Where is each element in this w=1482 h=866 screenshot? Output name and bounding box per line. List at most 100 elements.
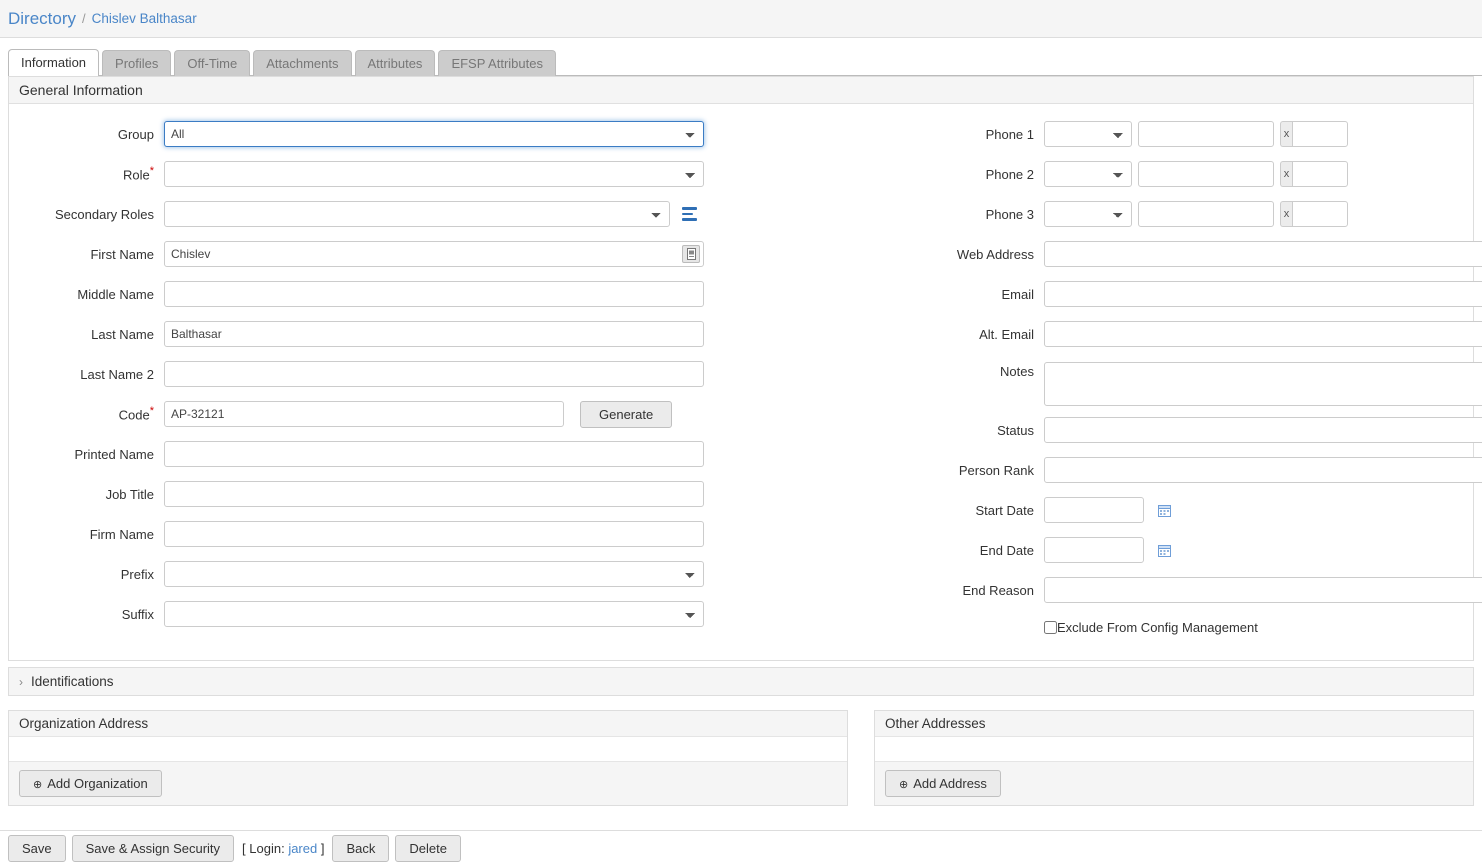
field-row-code: Code* Generate <box>9 394 889 434</box>
save-assign-security-button[interactable]: Save & Assign Security <box>71 835 235 862</box>
field-row-suffix: Suffix <box>9 594 889 634</box>
organization-address-footer: ⊕ Add Organization <box>9 761 847 805</box>
tab-attachments[interactable]: Attachments <box>253 50 352 76</box>
tab-bar: Information Profiles Off-Time Attachment… <box>8 48 1482 76</box>
firm-name-input[interactable] <box>164 521 704 547</box>
label-role-text: Role <box>122 167 150 183</box>
plus-icon: ⊕ <box>899 779 909 791</box>
add-organization-button[interactable]: ⊕ Add Organization <box>19 770 162 797</box>
field-row-phone-1: Phone 1 x <box>889 114 1482 154</box>
tab-attributes[interactable]: Attributes <box>354 50 436 76</box>
login-prefix: [ Login: <box>242 841 289 856</box>
label-end-date: End Date <box>979 542 1034 558</box>
job-title-input[interactable] <box>164 481 704 507</box>
suffix-select[interactable] <box>164 601 704 627</box>
label-end-reason: End Reason <box>962 582 1034 598</box>
contact-card-icon[interactable] <box>682 245 700 263</box>
page-root: Directory / Chislev Balthasar Informatio… <box>0 0 1482 866</box>
field-row-role: Role* <box>9 154 889 194</box>
phone-1-ext-input[interactable] <box>1292 121 1348 147</box>
identifications-section-toggle[interactable]: › Identifications <box>8 667 1474 696</box>
label-secondary-roles: Secondary Roles <box>55 206 154 222</box>
person-rank-input[interactable] <box>1044 457 1482 483</box>
secondary-roles-select[interactable] <box>164 201 670 227</box>
label-prefix: Prefix <box>120 566 154 582</box>
phone-2-ext-input[interactable] <box>1292 161 1348 187</box>
phone-1-type-select[interactable] <box>1044 121 1132 147</box>
field-row-printed-name: Printed Name <box>9 434 889 474</box>
calendar-glyph <box>1158 504 1171 517</box>
email-input[interactable] <box>1044 281 1482 307</box>
label-status: Status <box>997 422 1034 438</box>
label-phone-2: Phone 2 <box>985 166 1034 182</box>
list-dropdown-icon[interactable] <box>682 205 702 223</box>
breadcrumb-link-directory[interactable]: Directory <box>8 9 76 29</box>
add-address-button[interactable]: ⊕ Add Address <box>885 770 1001 797</box>
field-row-exclude-config: Exclude From Config Management <box>889 610 1482 644</box>
calendar-glyph <box>1158 544 1171 557</box>
organization-address-title: Organization Address <box>9 711 847 737</box>
delete-button[interactable]: Delete <box>395 835 461 862</box>
calendar-icon[interactable] <box>1158 504 1171 517</box>
last-name-2-input[interactable] <box>164 361 704 387</box>
phone-3-ext-separator: x <box>1280 201 1292 227</box>
phone-2-type-select[interactable] <box>1044 161 1132 187</box>
back-button[interactable]: Back <box>332 835 390 862</box>
login-user-link[interactable]: jared <box>288 841 317 856</box>
phone-2-ext-separator: x <box>1280 161 1292 187</box>
login-indicator: [ Login: jared ] <box>242 841 324 856</box>
label-suffix: Suffix <box>121 606 154 622</box>
role-select[interactable] <box>164 161 704 187</box>
breadcrumb: Directory / Chislev Balthasar <box>0 0 1482 38</box>
notes-textarea[interactable] <box>1044 362 1482 406</box>
web-address-input[interactable] <box>1044 241 1482 267</box>
field-row-start-date: Start Date <box>889 490 1482 530</box>
first-name-input[interactable] <box>164 241 704 267</box>
prefix-select[interactable] <box>164 561 704 587</box>
exclude-config-checkbox[interactable] <box>1044 620 1057 634</box>
label-group: Group <box>117 126 154 142</box>
middle-name-input[interactable] <box>164 281 704 307</box>
panel-body: Group All Role* Secondary Roles First Na… <box>9 104 1482 660</box>
label-notes: Notes <box>1000 364 1034 379</box>
tab-information[interactable]: Information <box>8 49 100 76</box>
tab-profiles[interactable]: Profiles <box>102 50 172 76</box>
generate-button[interactable]: Generate <box>580 400 673 428</box>
save-button[interactable]: Save <box>8 835 66 862</box>
organization-address-list <box>9 737 847 761</box>
label-phone-3: Phone 3 <box>985 206 1034 222</box>
tab-efsp-attributes[interactable]: EFSP Attributes <box>438 50 556 76</box>
label-first-name: First Name <box>90 246 154 262</box>
phone-1-ext-separator: x <box>1280 121 1292 147</box>
label-phone-1: Phone 1 <box>985 126 1034 142</box>
field-row-last-name-2: Last Name 2 <box>9 354 889 394</box>
group-select[interactable]: All <box>164 121 704 147</box>
phone-3-number-input[interactable] <box>1138 201 1274 227</box>
field-row-last-name: Last Name <box>9 314 889 354</box>
label-web-address: Web Address <box>956 246 1034 262</box>
phone-3-ext-input[interactable] <box>1292 201 1348 227</box>
end-date-input[interactable] <box>1044 537 1144 563</box>
status-input[interactable] <box>1044 417 1482 443</box>
phone-2-number-input[interactable] <box>1138 161 1274 187</box>
phone-1-number-input[interactable] <box>1138 121 1274 147</box>
tab-off-time[interactable]: Off-Time <box>174 50 251 76</box>
alt-email-input[interactable] <box>1044 321 1482 347</box>
footer-action-bar: Save Save & Assign Security [ Login: jar… <box>0 830 1482 866</box>
field-row-end-reason: End Reason <box>889 570 1482 610</box>
phone-3-type-select[interactable] <box>1044 201 1132 227</box>
start-date-input[interactable] <box>1044 497 1144 523</box>
required-marker-role: * <box>149 165 154 178</box>
code-input[interactable] <box>164 401 564 427</box>
printed-name-input[interactable] <box>164 441 704 467</box>
field-row-first-name: First Name <box>9 234 889 274</box>
calendar-icon[interactable] <box>1158 544 1171 557</box>
general-information-panel: General Information Group All Role* Seco… <box>8 76 1482 661</box>
field-row-group: Group All <box>9 114 889 154</box>
panel-title: General Information <box>9 77 1473 104</box>
end-reason-input[interactable] <box>1044 577 1482 603</box>
last-name-input[interactable] <box>164 321 704 347</box>
label-alt-email: Alt. Email <box>979 326 1034 342</box>
breadcrumb-link-current[interactable]: Chislev Balthasar <box>92 11 197 26</box>
label-start-date: Start Date <box>975 502 1034 518</box>
